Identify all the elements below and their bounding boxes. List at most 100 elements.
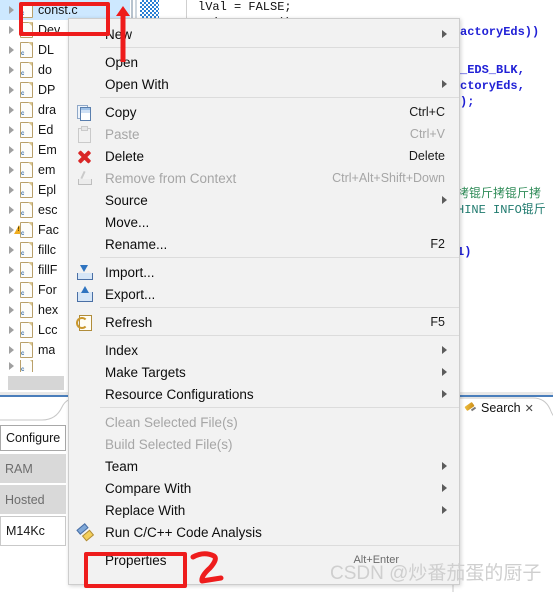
panel-row-ram[interactable]: RAM: [0, 454, 66, 484]
menu-item-label: Compare With: [105, 480, 192, 496]
menu-item-move[interactable]: Move...: [69, 211, 459, 233]
menu-item-export[interactable]: Export...: [69, 283, 459, 305]
expand-chevron-icon[interactable]: [0, 106, 20, 114]
menu-item-build-selected-files: Build Selected File(s): [69, 433, 459, 455]
menu-item-label: Clean Selected File(s): [105, 414, 238, 430]
c-file-icon: c: [20, 322, 33, 338]
code-fragment: actoryEds)): [460, 25, 540, 39]
menu-item-refresh[interactable]: Refresh F5: [69, 311, 459, 333]
expand-chevron-icon[interactable]: [0, 186, 20, 194]
delete-icon: [76, 148, 93, 165]
tree-item-const-c[interactable]: c const.c: [0, 0, 130, 20]
menu-separator: [100, 545, 459, 546]
c-file-icon: c: [20, 62, 33, 78]
expand-chevron-icon[interactable]: [0, 346, 20, 354]
c-file-icon: c: [20, 242, 33, 258]
annotation-arrow-1: [116, 6, 130, 62]
expand-chevron-icon[interactable]: [0, 6, 20, 14]
analysis-icon: [76, 524, 93, 541]
menu-item-index[interactable]: Index: [69, 339, 459, 361]
annotation-marker-2: [190, 551, 224, 584]
expand-chevron-icon[interactable]: [0, 86, 20, 94]
menu-item-team[interactable]: Team: [69, 455, 459, 477]
menu-item-import[interactable]: Import...: [69, 261, 459, 283]
code-line: lVal = FALSE;: [198, 0, 292, 14]
expand-chevron-icon[interactable]: [0, 126, 20, 134]
menu-item-rename[interactable]: Rename... F2: [69, 233, 459, 255]
expand-chevron-icon[interactable]: [0, 46, 20, 54]
expand-chevron-icon[interactable]: [0, 26, 20, 34]
panel-row-label: M14Kc: [6, 524, 45, 538]
menu-item-copy[interactable]: Copy Ctrl+C: [69, 101, 459, 123]
expand-chevron-icon[interactable]: [0, 206, 20, 214]
menu-separator: [100, 335, 459, 336]
menu-item-source[interactable]: Source: [69, 189, 459, 211]
c-file-icon: c: [20, 360, 33, 372]
menu-item-label: Build Selected File(s): [105, 436, 233, 452]
menu-item-resource-configurations[interactable]: Resource Configurations: [69, 383, 459, 405]
menu-item-compare-with[interactable]: Compare With: [69, 477, 459, 499]
expand-chevron-icon[interactable]: [0, 362, 20, 370]
c-file-icon: c: [20, 102, 33, 118]
expand-chevron-icon[interactable]: [0, 166, 20, 174]
menu-item-label: Team: [105, 458, 139, 474]
menu-item-label: Paste: [105, 126, 140, 142]
close-icon[interactable]: ✕: [525, 402, 534, 415]
submenu-arrow-icon: [442, 196, 447, 204]
export-icon: [76, 286, 93, 303]
code-fragment: HINE INFO锟斤: [457, 203, 546, 217]
menu-item-label: Refresh: [105, 314, 153, 330]
paste-icon: [76, 126, 93, 143]
expand-chevron-icon[interactable]: [0, 326, 20, 334]
submenu-arrow-icon: [442, 80, 447, 88]
tree-item-label: Fac: [38, 223, 59, 237]
expand-chevron-icon[interactable]: [0, 286, 20, 294]
panel-row-m14kc[interactable]: M14Kc: [0, 516, 66, 546]
menu-item-label: Run C/C++ Code Analysis: [105, 524, 262, 540]
tree-item-label: do: [38, 63, 52, 77]
copy-icon: [76, 104, 93, 121]
menu-item-accelerator: Ctrl+C: [409, 105, 445, 119]
expand-chevron-icon[interactable]: [0, 266, 20, 274]
panel-row-label: RAM: [5, 461, 33, 476]
tree-item-label: ma: [38, 343, 56, 357]
configure-dropdown[interactable]: Configure: [0, 425, 66, 451]
tree-item-label: Lcc: [38, 323, 58, 337]
submenu-arrow-icon: [442, 462, 447, 470]
menu-item-label: Make Targets: [105, 364, 186, 380]
menu-item-label: Resource Configurations: [105, 386, 254, 402]
c-file-icon: c: [20, 262, 33, 278]
menu-item-label: Delete: [105, 148, 145, 164]
menu-item-label: Rename...: [105, 236, 168, 252]
tree-scrollbar-thumb[interactable]: [8, 376, 64, 390]
menu-item-clean-selected-files: Clean Selected File(s): [69, 411, 459, 433]
app-window: 87 88 lVal = FALSE; waitPrnStop(); actor…: [0, 0, 553, 592]
menu-item-label: Copy: [105, 104, 137, 120]
tab-search[interactable]: Search ✕: [459, 397, 538, 419]
menu-item-replace-with[interactable]: Replace With: [69, 499, 459, 521]
expand-chevron-icon[interactable]: [0, 246, 20, 254]
c-file-icon: c: [20, 82, 33, 98]
expand-chevron-icon[interactable]: [0, 306, 20, 314]
tree-item-label: Ed: [38, 123, 54, 137]
c-file-icon: c: [20, 122, 33, 138]
expand-chevron-icon[interactable]: [0, 146, 20, 154]
c-file-icon: c: [20, 142, 33, 158]
c-file-icon: c: [20, 2, 33, 18]
panel-row-hosted[interactable]: Hosted: [0, 485, 66, 515]
submenu-arrow-icon: [442, 30, 447, 38]
menu-item-open-with[interactable]: Open With: [69, 73, 459, 95]
menu-item-make-targets[interactable]: Make Targets: [69, 361, 459, 383]
context-menu[interactable]: New Open Open With Copy Ctrl+C Paste Ctr…: [68, 18, 460, 585]
tree-item-label: Em: [38, 143, 57, 157]
remove-icon: [76, 170, 93, 187]
tree-item-label: fillF: [38, 263, 58, 277]
menu-item-paste: Paste Ctrl+V: [69, 123, 459, 145]
expand-chevron-icon[interactable]: [0, 66, 20, 74]
menu-item-delete[interactable]: Delete Delete: [69, 145, 459, 167]
c-file-icon: c: [20, 202, 33, 218]
menu-item-run-code-analysis[interactable]: Run C/C++ Code Analysis: [69, 521, 459, 543]
submenu-arrow-icon: [442, 484, 447, 492]
c-file-icon: c: [14, 222, 33, 238]
code-fragment: );: [460, 95, 475, 109]
